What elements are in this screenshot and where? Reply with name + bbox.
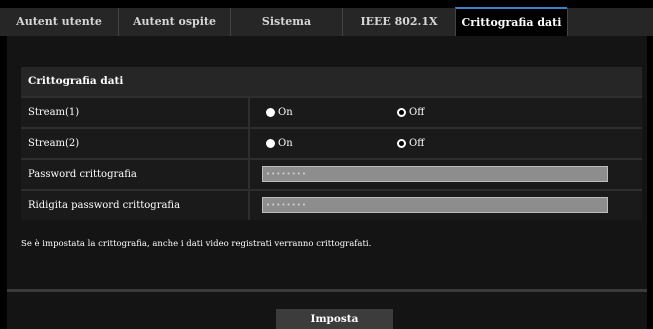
encryption-note: Se è impostata la crittografia, anche i … bbox=[21, 239, 372, 249]
column-divider bbox=[248, 191, 250, 220]
imposta-button[interactable]: Imposta bbox=[276, 309, 393, 329]
tab-autent-utente[interactable]: Autent utente bbox=[0, 8, 118, 36]
tab-ieee-8021x[interactable]: IEEE 802.1X bbox=[342, 8, 455, 36]
tab-autent-ospite[interactable]: Autent ospite bbox=[118, 8, 230, 36]
tab-bar: Autent utente Autent ospite Sistema IEEE… bbox=[0, 0, 653, 36]
row-retype-password: Ridigita password crittografia •••••••• bbox=[21, 191, 642, 220]
tab-bar-filler bbox=[567, 8, 653, 36]
tab-sistema[interactable]: Sistema bbox=[230, 8, 342, 36]
row-stream1: Stream(1) On Off bbox=[21, 98, 642, 127]
radio-selected-icon bbox=[397, 139, 406, 148]
section-header: Crittografia dati bbox=[21, 67, 642, 96]
column-divider bbox=[248, 129, 250, 158]
stream2-off-label: Off bbox=[409, 138, 425, 149]
radio-unselected-icon bbox=[266, 108, 275, 117]
section-title: Crittografia dati bbox=[28, 75, 124, 87]
stream2-label: Stream(2) bbox=[28, 138, 80, 149]
stream2-on-radio[interactable]: On bbox=[266, 129, 293, 158]
stream1-label: Stream(1) bbox=[28, 107, 80, 118]
row-password: Password crittografia •••••••• bbox=[21, 160, 642, 189]
retype-password-label: Ridigita password crittografia bbox=[28, 200, 181, 211]
stream1-off-label: Off bbox=[409, 107, 425, 118]
stream1-on-radio[interactable]: On bbox=[266, 98, 293, 127]
stream1-on-label: On bbox=[278, 107, 293, 118]
stream2-on-label: On bbox=[278, 138, 293, 149]
stream1-off-radio[interactable]: Off bbox=[397, 98, 424, 127]
row-stream2: Stream(2) On Off bbox=[21, 129, 642, 158]
radio-unselected-icon bbox=[266, 139, 275, 148]
password-field[interactable]: •••••••• bbox=[262, 166, 608, 182]
stream2-off-radio[interactable]: Off bbox=[397, 129, 424, 158]
password-label: Password crittografia bbox=[28, 169, 137, 180]
column-divider bbox=[248, 160, 250, 189]
tab-crittografia-dati[interactable]: Crittografia dati bbox=[455, 7, 567, 36]
radio-selected-icon bbox=[397, 108, 406, 117]
retype-password-field[interactable]: •••••••• bbox=[262, 197, 608, 213]
column-divider bbox=[248, 98, 250, 127]
